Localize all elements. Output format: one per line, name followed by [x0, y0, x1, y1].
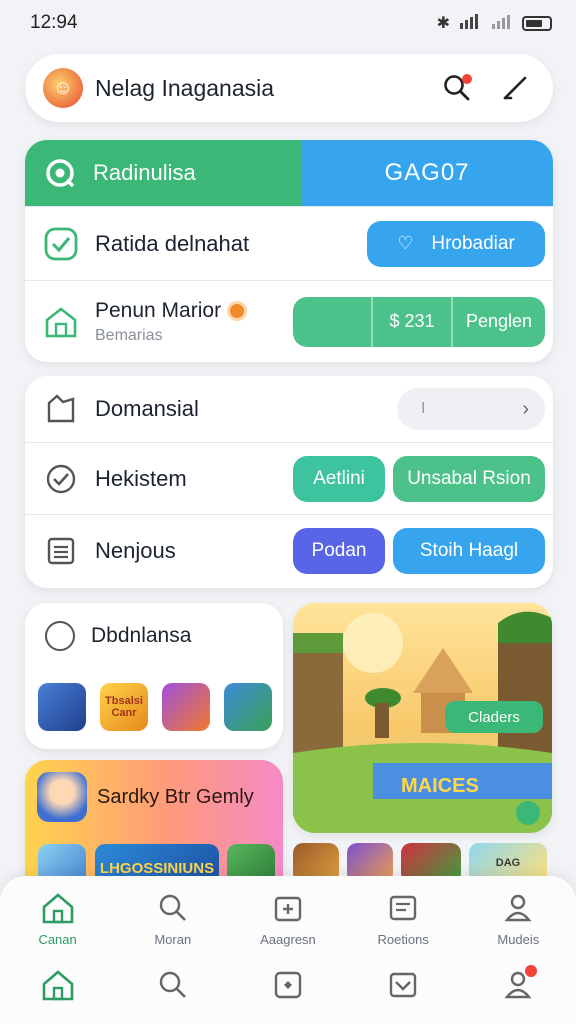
featured-banner-text: MAICES — [401, 775, 479, 797]
gamepad-icon — [45, 621, 75, 651]
panel1-row-2[interactable]: Penun Marior Bemarias $ 231 Penglen — [25, 280, 553, 362]
tab-add[interactable] — [233, 969, 343, 1001]
notification-dot — [462, 74, 472, 84]
panel-banner: Radinulisa GAG07 — [25, 140, 553, 206]
nav-row-icons — [0, 947, 576, 1001]
aetlini-button[interactable]: Aetlini — [293, 455, 385, 502]
tab-search[interactable] — [118, 969, 228, 1001]
home-icon — [42, 893, 73, 924]
settings-panel: Domansial I › Hekistem Aetlini Unsabal R… — [25, 376, 553, 588]
panel2-row-3[interactable]: Nenjous Podan Stoih Haagl — [25, 514, 553, 586]
nav-profile[interactable]: Mudeis — [463, 892, 573, 947]
edit-button[interactable] — [495, 68, 535, 108]
list-icon — [43, 533, 79, 569]
home-icon — [43, 304, 79, 340]
tab-profile[interactable] — [463, 965, 573, 1001]
coin-icon — [227, 300, 248, 321]
character-avatar[interactable]: ☺ — [43, 68, 83, 108]
nav-search[interactable]: Moran — [118, 892, 228, 947]
check-circle-icon — [43, 461, 79, 497]
panel1-row-1[interactable]: Ratida delnahat ♡ Hrobadiar — [25, 206, 553, 280]
tab-inbox[interactable] — [348, 969, 458, 1001]
account-panel: Radinulisa GAG07 Ratida delnahat ♡ Hroba… — [25, 140, 553, 362]
nav-profile-label: Mudeis — [497, 932, 540, 947]
search-button[interactable] — [437, 68, 477, 108]
game-tile-4[interactable] — [224, 683, 272, 731]
bluetooth-icon: ✱ — [436, 15, 450, 32]
app-title: Nelag Inaganasia — [95, 74, 275, 101]
claders-button[interactable]: Claders — [445, 701, 543, 733]
banner-left[interactable]: Radinulisa — [25, 140, 301, 206]
games-section-2-title: Sardky Btr Gemly — [97, 785, 254, 808]
wifi-icon — [460, 13, 482, 34]
price-segment-empty[interactable] — [293, 296, 373, 347]
panel1-row-2-title: Penun Marior — [95, 298, 222, 322]
battery-icon — [522, 15, 552, 31]
signal-icon — [492, 13, 512, 34]
nav-search-label: Moran — [154, 932, 192, 947]
games-section-1-header: Dbdnlansa — [25, 603, 283, 651]
search-icon — [159, 894, 186, 921]
nav-home[interactable]: Canan — [3, 892, 113, 947]
podan-button[interactable]: Podan — [293, 527, 385, 574]
inbox-icon — [389, 972, 417, 998]
search-icon — [159, 971, 186, 998]
pen-icon — [503, 76, 527, 100]
games-section-1: Dbdnlansa Tbsalsi Canr — [25, 603, 283, 749]
panel1-row-2-subtitle: Bemarias — [95, 326, 163, 344]
chevron-right-icon: › — [522, 397, 529, 420]
nav-create-label: Aaagresn — [260, 932, 316, 947]
banner-left-label: Radinulisa — [93, 160, 196, 185]
hrobadiar-button[interactable]: ♡ Hrobadiar — [367, 220, 545, 267]
home-icon — [42, 970, 73, 1001]
bottom-nav: Canan Moran Aaagresn Roetions Mudeis — [0, 876, 576, 1024]
games-section-2-header: Sardky Btr Gemly — [25, 760, 283, 822]
featured-game-card[interactable]: Claders MAICES — [293, 603, 552, 833]
nav-sections-label: Roetions — [377, 932, 429, 947]
penglen-button[interactable]: Penglen — [453, 297, 545, 347]
panel2-row-1[interactable]: Domansial I › — [25, 376, 553, 442]
game-tile-2[interactable]: Tbsalsi Canr — [100, 683, 148, 731]
refresh-icon — [46, 159, 75, 188]
nav-create[interactable]: Aaagresn — [233, 892, 343, 947]
panel2-row-1-title: Domansial — [95, 396, 199, 421]
panel2-row-2[interactable]: Hekistem Aetlini Unsabal Rsion — [25, 442, 553, 514]
unsabal-rsion-button[interactable]: Unsabal Rsion — [393, 455, 545, 502]
games-section-1-title: Dbdnlansa — [91, 624, 192, 647]
price-group: $ 231 Penglen — [293, 296, 545, 347]
add-square-icon — [274, 971, 302, 999]
tab-home[interactable] — [3, 969, 113, 1001]
status-time: 12:94 — [30, 12, 78, 33]
check-shield-icon — [43, 226, 79, 262]
status-bar: 12:94 ✱ — [0, 0, 576, 46]
status-icons: ✱ — [437, 13, 552, 34]
panel2-row-2-title: Hekistem — [95, 465, 187, 491]
tag-icon — [43, 391, 79, 427]
game-tile-3[interactable] — [162, 683, 210, 731]
panel2-row-3-title: Nenjous — [95, 537, 176, 563]
character-icon — [37, 772, 87, 822]
notification-dot — [525, 965, 538, 977]
app-header: ☺ Nelag Inaganasia — [25, 54, 553, 122]
nav-home-label: Canan — [38, 932, 77, 947]
folder-icon — [389, 895, 417, 921]
stoih-haagl-button[interactable]: Stoih Haagl — [393, 527, 545, 574]
heart-icon: ♡ — [397, 233, 414, 253]
create-icon — [274, 896, 302, 922]
nav-row-labeled: Canan Moran Aaagresn Roetions Mudeis — [0, 876, 576, 947]
nav-sections[interactable]: Roetions — [348, 892, 458, 947]
game-tile-1[interactable] — [38, 683, 86, 731]
user-icon — [504, 894, 532, 922]
panel1-row-1-title: Ratida delnahat — [95, 230, 250, 256]
price-value[interactable]: $ 231 — [373, 296, 453, 347]
domansial-select[interactable]: I › — [397, 388, 545, 430]
banner-right-code[interactable]: GAG07 — [301, 140, 553, 206]
